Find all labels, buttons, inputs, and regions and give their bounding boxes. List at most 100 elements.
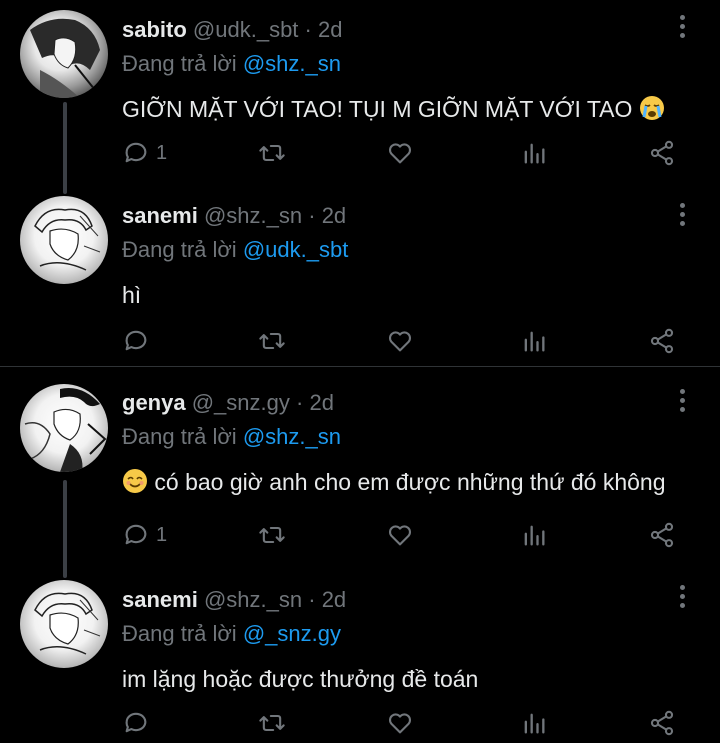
mention-link[interactable]: @udk._sbt (243, 237, 349, 262)
smiling-face-icon (122, 468, 148, 501)
reply-icon (122, 521, 150, 549)
separator-dot: · (308, 587, 316, 612)
avatar-illustration (24, 388, 107, 472)
share-button[interactable] (648, 138, 676, 168)
tweet-header: genya @_snz.gy · 2d (122, 389, 680, 417)
tweet-text-content: GIỠN MẶT VỚI TAO! TỤI M GIỠN MẶT VỚI TAO (122, 96, 633, 122)
retweet-button[interactable] (258, 520, 286, 550)
tweet-text-content: hì (122, 282, 142, 308)
reply-icon (122, 139, 150, 167)
share-button[interactable] (648, 520, 676, 550)
tweet-text: hì (122, 280, 680, 310)
like-icon (386, 139, 414, 167)
like-button[interactable] (386, 138, 414, 168)
thread-line (63, 480, 67, 578)
avatar[interactable] (20, 580, 108, 668)
more-icon[interactable] (670, 12, 694, 40)
action-bar: 1 (122, 520, 682, 550)
username[interactable]: @_snz.gy (192, 390, 290, 415)
replying-to: Đang trả lời @shz._sn (122, 50, 680, 78)
more-icon[interactable] (670, 200, 694, 228)
timestamp[interactable]: 2d (318, 17, 342, 42)
reply-icon (122, 709, 150, 737)
timestamp[interactable]: 2d (309, 390, 333, 415)
username[interactable]: @udk._sbt (193, 17, 299, 42)
mention-link[interactable]: @_snz.gy (243, 621, 341, 646)
replying-to: Đang trả lời @_snz.gy (122, 620, 680, 648)
action-bar: 1 (122, 138, 682, 168)
separator-dot: · (308, 203, 316, 228)
avatar-illustration (30, 18, 100, 98)
separator-dot: · (304, 17, 312, 42)
avatar-illustration (34, 208, 101, 271)
tweet-header: sabito @udk._sbt · 2d (122, 16, 680, 44)
share-icon (648, 521, 676, 549)
retweet-button[interactable] (258, 708, 286, 738)
share-icon (648, 709, 676, 737)
like-button[interactable] (386, 326, 414, 356)
retweet-icon (258, 139, 286, 167)
action-bar (122, 708, 682, 738)
views-icon (520, 521, 548, 549)
more-icon[interactable] (670, 386, 694, 414)
separator-dot: · (296, 390, 304, 415)
reply-count: 1 (156, 523, 168, 546)
retweet-icon (258, 327, 286, 355)
action-bar (122, 326, 682, 356)
replying-to: Đang trả lời @shz._sn (122, 423, 680, 451)
reply-icon (122, 327, 150, 355)
reply-button[interactable]: 1 (122, 138, 167, 168)
like-button[interactable] (386, 520, 414, 550)
mention-link[interactable]: @shz._sn (243, 51, 341, 76)
avatar[interactable] (20, 384, 108, 472)
display-name[interactable]: sanemi (122, 203, 198, 228)
retweet-button[interactable] (258, 138, 286, 168)
views-button[interactable] (520, 708, 548, 738)
timestamp[interactable]: 2d (322, 587, 346, 612)
crying-face-icon (639, 95, 665, 128)
conversation-divider (0, 366, 720, 367)
retweet-icon (258, 521, 286, 549)
reply-count: 1 (156, 141, 168, 164)
tweet-header: sanemi @shz._sn · 2d (122, 202, 680, 230)
tweet-text-content: im lặng hoặc được thưởng đề toán (122, 666, 479, 692)
replying-to-label: Đang trả lời (122, 621, 237, 646)
views-icon (520, 139, 548, 167)
reply-button[interactable]: 1 (122, 520, 167, 550)
retweet-icon (258, 709, 286, 737)
tweet-text: im lặng hoặc được thưởng đề toán (122, 664, 680, 694)
share-button[interactable] (648, 326, 676, 356)
mention-link[interactable]: @shz._sn (243, 424, 341, 449)
share-icon (648, 327, 676, 355)
retweet-button[interactable] (258, 326, 286, 356)
thread-line (63, 102, 67, 194)
views-icon (520, 327, 548, 355)
reply-button[interactable] (122, 326, 156, 356)
tweet-header: sanemi @shz._sn · 2d (122, 586, 680, 614)
replying-to: Đang trả lời @udk._sbt (122, 236, 680, 264)
display-name[interactable]: sanemi (122, 587, 198, 612)
username[interactable]: @shz._sn (204, 587, 302, 612)
tweet-text-content: có bao giờ anh cho em được những thứ đó … (154, 469, 666, 495)
like-button[interactable] (386, 708, 414, 738)
reply-button[interactable] (122, 708, 156, 738)
like-icon (386, 521, 414, 549)
like-icon (386, 709, 414, 737)
replying-to-label: Đang trả lời (122, 237, 237, 262)
like-icon (386, 327, 414, 355)
share-icon (648, 139, 676, 167)
avatar-illustration (34, 592, 101, 655)
timestamp[interactable]: 2d (322, 203, 346, 228)
username[interactable]: @shz._sn (204, 203, 302, 228)
avatar[interactable] (20, 196, 108, 284)
replying-to-label: Đang trả lời (122, 424, 237, 449)
avatar[interactable] (20, 10, 108, 98)
views-button[interactable] (520, 138, 548, 168)
share-button[interactable] (648, 708, 676, 738)
more-icon[interactable] (670, 582, 694, 610)
display-name[interactable]: genya (122, 390, 186, 415)
replying-to-label: Đang trả lời (122, 51, 237, 76)
views-button[interactable] (520, 326, 548, 356)
views-button[interactable] (520, 520, 548, 550)
display-name[interactable]: sabito (122, 17, 187, 42)
